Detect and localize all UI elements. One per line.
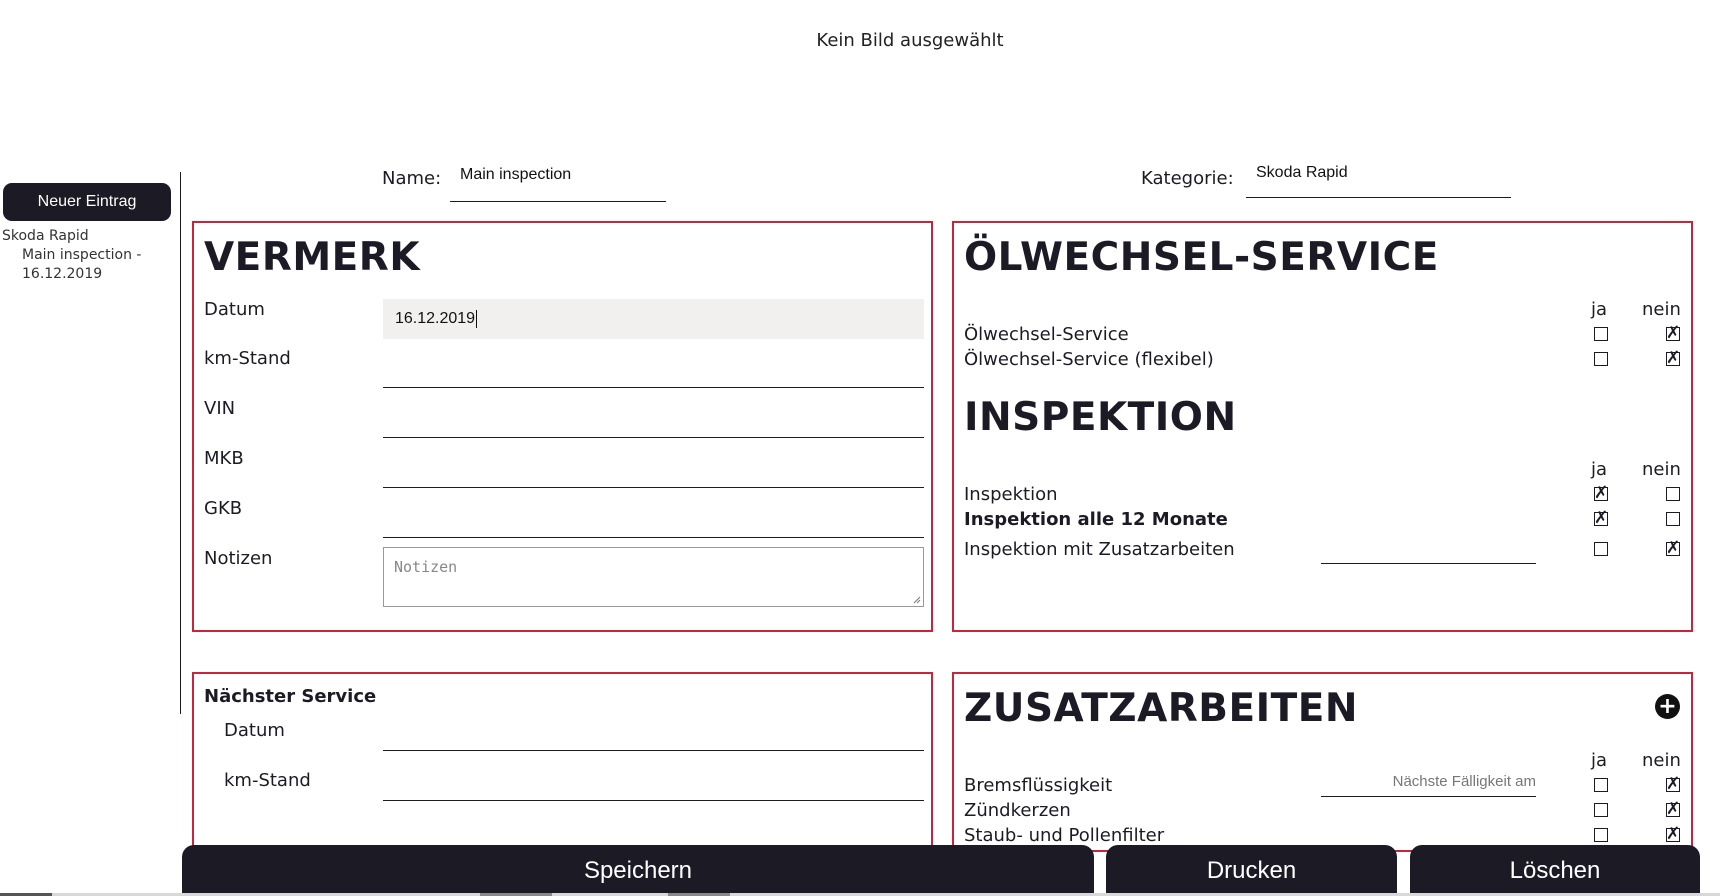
add-icon[interactable]: + [1655, 694, 1680, 719]
oil-flex-yes-checkbox[interactable] [1594, 352, 1608, 366]
inspection-title: INSPEKTION [964, 395, 1237, 440]
inspection-extra-row-label: Inspektion mit Zusatzarbeiten [964, 539, 1235, 560]
oil-row-label: Ölwechsel-Service [964, 324, 1129, 345]
oil-no-header: nein [1642, 299, 1681, 320]
notes-textarea[interactable]: Notizen [383, 547, 924, 607]
spark-plugs-label: Zündkerzen [964, 800, 1071, 821]
gkb-label: GKB [204, 498, 243, 519]
oil-inspection-panel: ÖLWECHSEL-SERVICE ja nein Ölwechsel-Serv… [952, 221, 1693, 632]
extra-yes-header: ja [1591, 750, 1608, 771]
notes-label: Notizen [204, 548, 273, 569]
next-service-datum-label: Datum [224, 720, 285, 741]
datum-value: 16.12.2019 [395, 310, 476, 327]
gkb-input[interactable] [383, 497, 924, 538]
brake-fluid-label: Bremsflüssigkeit [964, 775, 1113, 796]
spark-plugs-yes-checkbox[interactable] [1594, 803, 1608, 817]
next-service-datum-input[interactable] [383, 710, 924, 751]
category-label: Kategorie: [1141, 168, 1234, 189]
brake-fluid-due-input[interactable]: Nächste Fälligkeit am [1321, 770, 1536, 797]
no-image-selected-text: Kein Bild ausgewählt [816, 30, 1004, 51]
inspection-row-label: Inspektion [964, 484, 1058, 505]
inspection-extra-no-checkbox[interactable] [1666, 538, 1680, 558]
vermerk-title: VERMERK [204, 235, 421, 280]
next-service-panel: Nächster Service Datum km-Stand [192, 672, 933, 852]
sidebar-divider [180, 172, 181, 714]
next-service-km-input[interactable] [383, 760, 924, 801]
oil-flex-no-checkbox[interactable] [1666, 348, 1680, 368]
inspection-yes-checkbox[interactable] [1594, 483, 1608, 503]
name-input[interactable]: Main inspection [450, 166, 666, 202]
mkb-input[interactable] [383, 447, 924, 488]
vermerk-panel: VERMERK Datum 16.12.2019 km-Stand VIN MK… [192, 221, 933, 632]
inspection-12m-row-label: Inspektion alle 12 Monate [964, 509, 1228, 530]
entry-item-date: 16.12.2019 [22, 266, 103, 282]
inspection-no-header: nein [1642, 459, 1681, 480]
next-service-title: Nächster Service [204, 686, 377, 707]
save-button[interactable]: Speichern [182, 845, 1094, 896]
entry-item[interactable]: Main inspection - 16.12.2019 [2, 246, 141, 284]
extra-no-header: nein [1642, 750, 1681, 771]
datum-input[interactable]: 16.12.2019 [383, 299, 924, 339]
inspection-extra-yes-checkbox[interactable] [1594, 542, 1608, 556]
entry-group-label[interactable]: Skoda Rapid [2, 227, 141, 246]
delete-button[interactable]: Löschen [1410, 845, 1700, 896]
spark-plugs-no-checkbox[interactable] [1666, 799, 1680, 819]
entry-item-title: Main inspection - [22, 247, 142, 263]
print-button[interactable]: Drucken [1106, 845, 1397, 896]
oil-title: ÖLWECHSEL-SERVICE [964, 235, 1439, 280]
inspection-no-checkbox[interactable] [1666, 487, 1680, 501]
next-service-km-label: km-Stand [224, 770, 311, 791]
pollen-filter-no-checkbox[interactable] [1666, 824, 1680, 844]
datum-label: Datum [204, 299, 265, 320]
oil-row-no-checkbox[interactable] [1666, 323, 1680, 343]
vin-input[interactable] [383, 397, 924, 438]
km-input[interactable] [383, 347, 924, 388]
brake-fluid-no-checkbox[interactable] [1666, 774, 1680, 794]
inspection-12m-no-checkbox[interactable] [1666, 512, 1680, 526]
notes-placeholder: Notizen [394, 558, 458, 576]
extra-work-title: ZUSATZARBEITEN [964, 686, 1359, 731]
resize-handle-icon[interactable] [911, 594, 921, 604]
oil-yes-header: ja [1591, 299, 1608, 320]
entry-list: Skoda Rapid Main inspection - 16.12.2019 [2, 227, 141, 284]
new-entry-button[interactable]: Neuer Eintrag [3, 183, 171, 221]
extra-work-panel: ZUSATZARBEITEN + ja nein Bremsflüssigkei… [952, 672, 1693, 852]
text-cursor [476, 310, 478, 328]
pollen-filter-label: Staub- und Pollenfilter [964, 825, 1165, 846]
brake-fluid-yes-checkbox[interactable] [1594, 778, 1608, 792]
oil-row-yes-checkbox[interactable] [1594, 327, 1608, 341]
inspection-12m-yes-checkbox[interactable] [1594, 508, 1608, 528]
pollen-filter-yes-checkbox[interactable] [1594, 828, 1608, 842]
mkb-label: MKB [204, 448, 244, 469]
km-label: km-Stand [204, 348, 291, 369]
inspection-extra-input[interactable] [1321, 535, 1536, 564]
category-input[interactable]: Skoda Rapid [1246, 164, 1511, 198]
vin-label: VIN [204, 398, 236, 419]
inspection-yes-header: ja [1591, 459, 1608, 480]
name-label: Name: [382, 168, 442, 189]
oil-flex-row-label: Ölwechsel-Service (flexibel) [964, 349, 1214, 370]
